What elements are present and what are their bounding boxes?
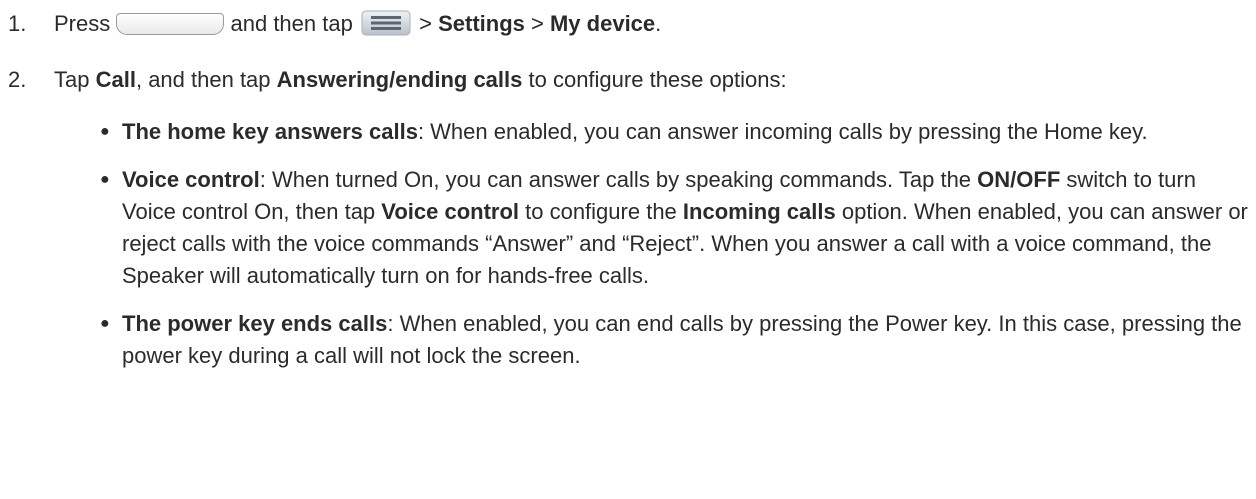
step-2-number: 2. [8,67,27,92]
bold-term: ON/OFF [977,167,1061,192]
bold-term: The home key answers calls [122,119,418,144]
answering-ending-calls-label: Answering/ending calls [276,67,523,92]
bold-term: Voice control [122,167,260,192]
document-page: 1. Press and then tap > Settings > My de… [0,0,1256,499]
list-item: ● The power key ends calls: When enabled,… [100,308,1250,372]
list-item: ● The home key answers calls: When enable… [100,116,1250,148]
description-text: : When turned On, you can answer calls b… [259,167,978,192]
tap-word: Tap [54,67,90,92]
bold-term: The power key ends calls [122,311,388,336]
list-item: ● Voice control: When turned On, you can … [100,164,1250,292]
step-2-text: Tap Call, and then tap Answering/ending … [54,64,787,96]
options-list: ● The home key answers calls: When enable… [100,116,1250,388]
bullet-dot-icon: ● [100,171,110,188]
description-text: : When enabled, you can answer incoming … [417,119,1148,144]
period: . [655,11,662,36]
bold-term: Voice control [381,199,520,224]
bullet-dot-icon: ● [100,315,110,332]
settings-label: Settings [438,11,525,36]
call-label: Call [95,67,136,92]
step-1-text: Press and then tap > Settings > My devic… [54,8,661,40]
description-text: to configure the [519,199,683,224]
separator: > [419,11,432,36]
press-word: Press [54,11,111,36]
bullet-dot-icon: ● [100,123,110,140]
and-then-tap-word: , and then tap [135,67,271,92]
home-key-icon [116,13,225,35]
and-then-tap-word: and then tap [230,11,353,36]
menu-key-icon [361,10,411,36]
step-1-number: 1. [8,11,27,36]
my-device-label: My device [549,11,656,36]
separator: > [531,11,544,36]
bold-term: Incoming calls [682,199,836,224]
step-2-rest: to configure these options: [528,67,787,92]
